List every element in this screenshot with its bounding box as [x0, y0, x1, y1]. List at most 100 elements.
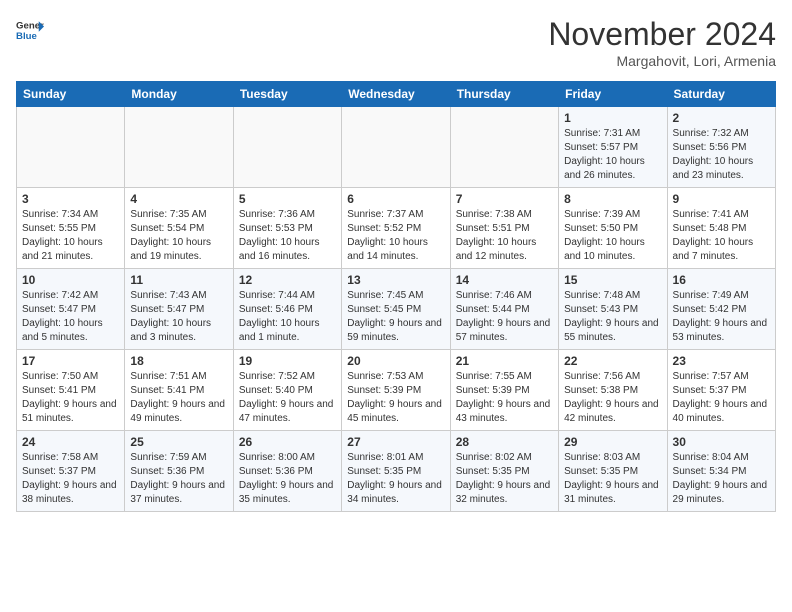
day-number: 16 [673, 273, 770, 287]
day-number: 15 [564, 273, 661, 287]
day-number: 11 [130, 273, 227, 287]
calendar-cell: 18 Sunrise: 7:51 AM Sunset: 5:41 PM Dayli… [125, 350, 233, 431]
day-info: Sunrise: 7:31 AM Sunset: 5:57 PM Dayligh… [564, 127, 661, 183]
day-number: 26 [239, 435, 336, 449]
day-info: Sunrise: 7:35 AM Sunset: 5:54 PM Dayligh… [130, 208, 227, 264]
day-number: 6 [347, 192, 444, 206]
calendar-cell: 23 Sunrise: 7:57 AM Sunset: 5:37 PM Dayli… [667, 350, 775, 431]
day-number: 12 [239, 273, 336, 287]
calendar-cell [125, 107, 233, 188]
day-number: 5 [239, 192, 336, 206]
day-number: 18 [130, 354, 227, 368]
day-info: Sunrise: 7:43 AM Sunset: 5:47 PM Dayligh… [130, 289, 227, 345]
calendar-table: SundayMondayTuesdayWednesdayThursdayFrid… [16, 81, 776, 512]
location: Margahovit, Lori, Armenia [548, 53, 776, 69]
day-info: Sunrise: 7:58 AM Sunset: 5:37 PM Dayligh… [22, 451, 119, 507]
day-info: Sunrise: 7:56 AM Sunset: 5:38 PM Dayligh… [564, 370, 661, 426]
svg-text:Blue: Blue [16, 31, 37, 42]
day-number: 29 [564, 435, 661, 449]
day-info: Sunrise: 8:02 AM Sunset: 5:35 PM Dayligh… [456, 451, 553, 507]
calendar-cell: 3 Sunrise: 7:34 AM Sunset: 5:55 PM Daylig… [17, 188, 125, 269]
calendar-cell: 17 Sunrise: 7:50 AM Sunset: 5:41 PM Dayli… [17, 350, 125, 431]
calendar-cell: 7Sunrise: 7:38 AM Sunset: 5:51 PM Daylig… [450, 188, 558, 269]
weekday-header-sunday: Sunday [17, 82, 125, 107]
day-number: 9 [673, 192, 770, 206]
calendar-cell: 6 Sunrise: 7:37 AM Sunset: 5:52 PM Daylig… [342, 188, 450, 269]
day-number: 22 [564, 354, 661, 368]
day-info: Sunrise: 7:53 AM Sunset: 5:39 PM Dayligh… [347, 370, 444, 426]
calendar-cell: 21 Sunrise: 7:55 AM Sunset: 5:39 PM Dayli… [450, 350, 558, 431]
day-info: Sunrise: 7:41 AM Sunset: 5:48 PM Dayligh… [673, 208, 770, 264]
day-info: Sunrise: 8:00 AM Sunset: 5:36 PM Dayligh… [239, 451, 336, 507]
day-info: Sunrise: 7:57 AM Sunset: 5:37 PM Dayligh… [673, 370, 770, 426]
day-info: Sunrise: 7:55 AM Sunset: 5:39 PM Dayligh… [456, 370, 553, 426]
day-info: Sunrise: 7:46 AM Sunset: 5:44 PM Dayligh… [456, 289, 553, 345]
page-header: General Blue November 2024 Margahovit, L… [16, 16, 776, 69]
day-number: 8 [564, 192, 661, 206]
calendar-cell: 14 Sunrise: 7:46 AM Sunset: 5:44 PM Dayli… [450, 269, 558, 350]
calendar-week-4: 17 Sunrise: 7:50 AM Sunset: 5:41 PM Dayli… [17, 350, 776, 431]
calendar-cell: 8 Sunrise: 7:39 AM Sunset: 5:50 PM Daylig… [559, 188, 667, 269]
weekday-row: SundayMondayTuesdayWednesdayThursdayFrid… [17, 82, 776, 107]
calendar-week-5: 24Sunrise: 7:58 AM Sunset: 5:37 PM Dayli… [17, 431, 776, 512]
day-info: Sunrise: 7:50 AM Sunset: 5:41 PM Dayligh… [22, 370, 119, 426]
day-number: 4 [130, 192, 227, 206]
day-info: Sunrise: 7:48 AM Sunset: 5:43 PM Dayligh… [564, 289, 661, 345]
calendar-cell: 24Sunrise: 7:58 AM Sunset: 5:37 PM Dayli… [17, 431, 125, 512]
day-number: 28 [456, 435, 553, 449]
day-info: Sunrise: 7:49 AM Sunset: 5:42 PM Dayligh… [673, 289, 770, 345]
calendar-cell: 22 Sunrise: 7:56 AM Sunset: 5:38 PM Dayli… [559, 350, 667, 431]
day-number: 30 [673, 435, 770, 449]
day-info: Sunrise: 7:34 AM Sunset: 5:55 PM Dayligh… [22, 208, 119, 264]
calendar-week-3: 10 Sunrise: 7:42 AM Sunset: 5:47 PM Dayli… [17, 269, 776, 350]
weekday-header-tuesday: Tuesday [233, 82, 341, 107]
day-number: 3 [22, 192, 119, 206]
calendar-cell: 20 Sunrise: 7:53 AM Sunset: 5:39 PM Dayli… [342, 350, 450, 431]
day-info: Sunrise: 7:36 AM Sunset: 5:53 PM Dayligh… [239, 208, 336, 264]
day-info: Sunrise: 7:37 AM Sunset: 5:52 PM Dayligh… [347, 208, 444, 264]
calendar-cell: 15 Sunrise: 7:48 AM Sunset: 5:43 PM Dayli… [559, 269, 667, 350]
day-number: 2 [673, 111, 770, 125]
calendar-header: SundayMondayTuesdayWednesdayThursdayFrid… [17, 82, 776, 107]
day-info: Sunrise: 7:42 AM Sunset: 5:47 PM Dayligh… [22, 289, 119, 345]
day-number: 20 [347, 354, 444, 368]
day-number: 21 [456, 354, 553, 368]
calendar-cell [17, 107, 125, 188]
day-number: 27 [347, 435, 444, 449]
day-number: 10 [22, 273, 119, 287]
day-number: 7 [456, 192, 553, 206]
month-title: November 2024 [548, 16, 776, 53]
calendar-cell: 2Sunrise: 7:32 AM Sunset: 5:56 PM Daylig… [667, 107, 775, 188]
logo: General Blue [16, 16, 44, 44]
calendar-week-1: 1Sunrise: 7:31 AM Sunset: 5:57 PM Daylig… [17, 107, 776, 188]
day-info: Sunrise: 7:59 AM Sunset: 5:36 PM Dayligh… [130, 451, 227, 507]
calendar-cell: 26 Sunrise: 8:00 AM Sunset: 5:36 PM Dayli… [233, 431, 341, 512]
calendar-week-2: 3 Sunrise: 7:34 AM Sunset: 5:55 PM Daylig… [17, 188, 776, 269]
day-number: 14 [456, 273, 553, 287]
weekday-header-saturday: Saturday [667, 82, 775, 107]
calendar-cell [233, 107, 341, 188]
calendar-body: 1Sunrise: 7:31 AM Sunset: 5:57 PM Daylig… [17, 107, 776, 512]
day-number: 13 [347, 273, 444, 287]
calendar-cell: 30 Sunrise: 8:04 AM Sunset: 5:34 PM Dayli… [667, 431, 775, 512]
calendar-cell [450, 107, 558, 188]
logo-icon: General Blue [16, 16, 44, 44]
calendar-cell: 16 Sunrise: 7:49 AM Sunset: 5:42 PM Dayli… [667, 269, 775, 350]
calendar-cell: 9 Sunrise: 7:41 AM Sunset: 5:48 PM Daylig… [667, 188, 775, 269]
calendar-cell: 4 Sunrise: 7:35 AM Sunset: 5:54 PM Daylig… [125, 188, 233, 269]
day-info: Sunrise: 7:39 AM Sunset: 5:50 PM Dayligh… [564, 208, 661, 264]
title-block: November 2024 Margahovit, Lori, Armenia [548, 16, 776, 69]
day-info: Sunrise: 7:44 AM Sunset: 5:46 PM Dayligh… [239, 289, 336, 345]
calendar-cell: 19Sunrise: 7:52 AM Sunset: 5:40 PM Dayli… [233, 350, 341, 431]
day-info: Sunrise: 7:45 AM Sunset: 5:45 PM Dayligh… [347, 289, 444, 345]
weekday-header-monday: Monday [125, 82, 233, 107]
day-info: Sunrise: 8:04 AM Sunset: 5:34 PM Dayligh… [673, 451, 770, 507]
calendar-cell: 27Sunrise: 8:01 AM Sunset: 5:35 PM Dayli… [342, 431, 450, 512]
day-number: 23 [673, 354, 770, 368]
day-number: 25 [130, 435, 227, 449]
weekday-header-friday: Friday [559, 82, 667, 107]
day-number: 17 [22, 354, 119, 368]
day-info: Sunrise: 7:51 AM Sunset: 5:41 PM Dayligh… [130, 370, 227, 426]
day-number: 19 [239, 354, 336, 368]
calendar-cell: 25 Sunrise: 7:59 AM Sunset: 5:36 PM Dayli… [125, 431, 233, 512]
